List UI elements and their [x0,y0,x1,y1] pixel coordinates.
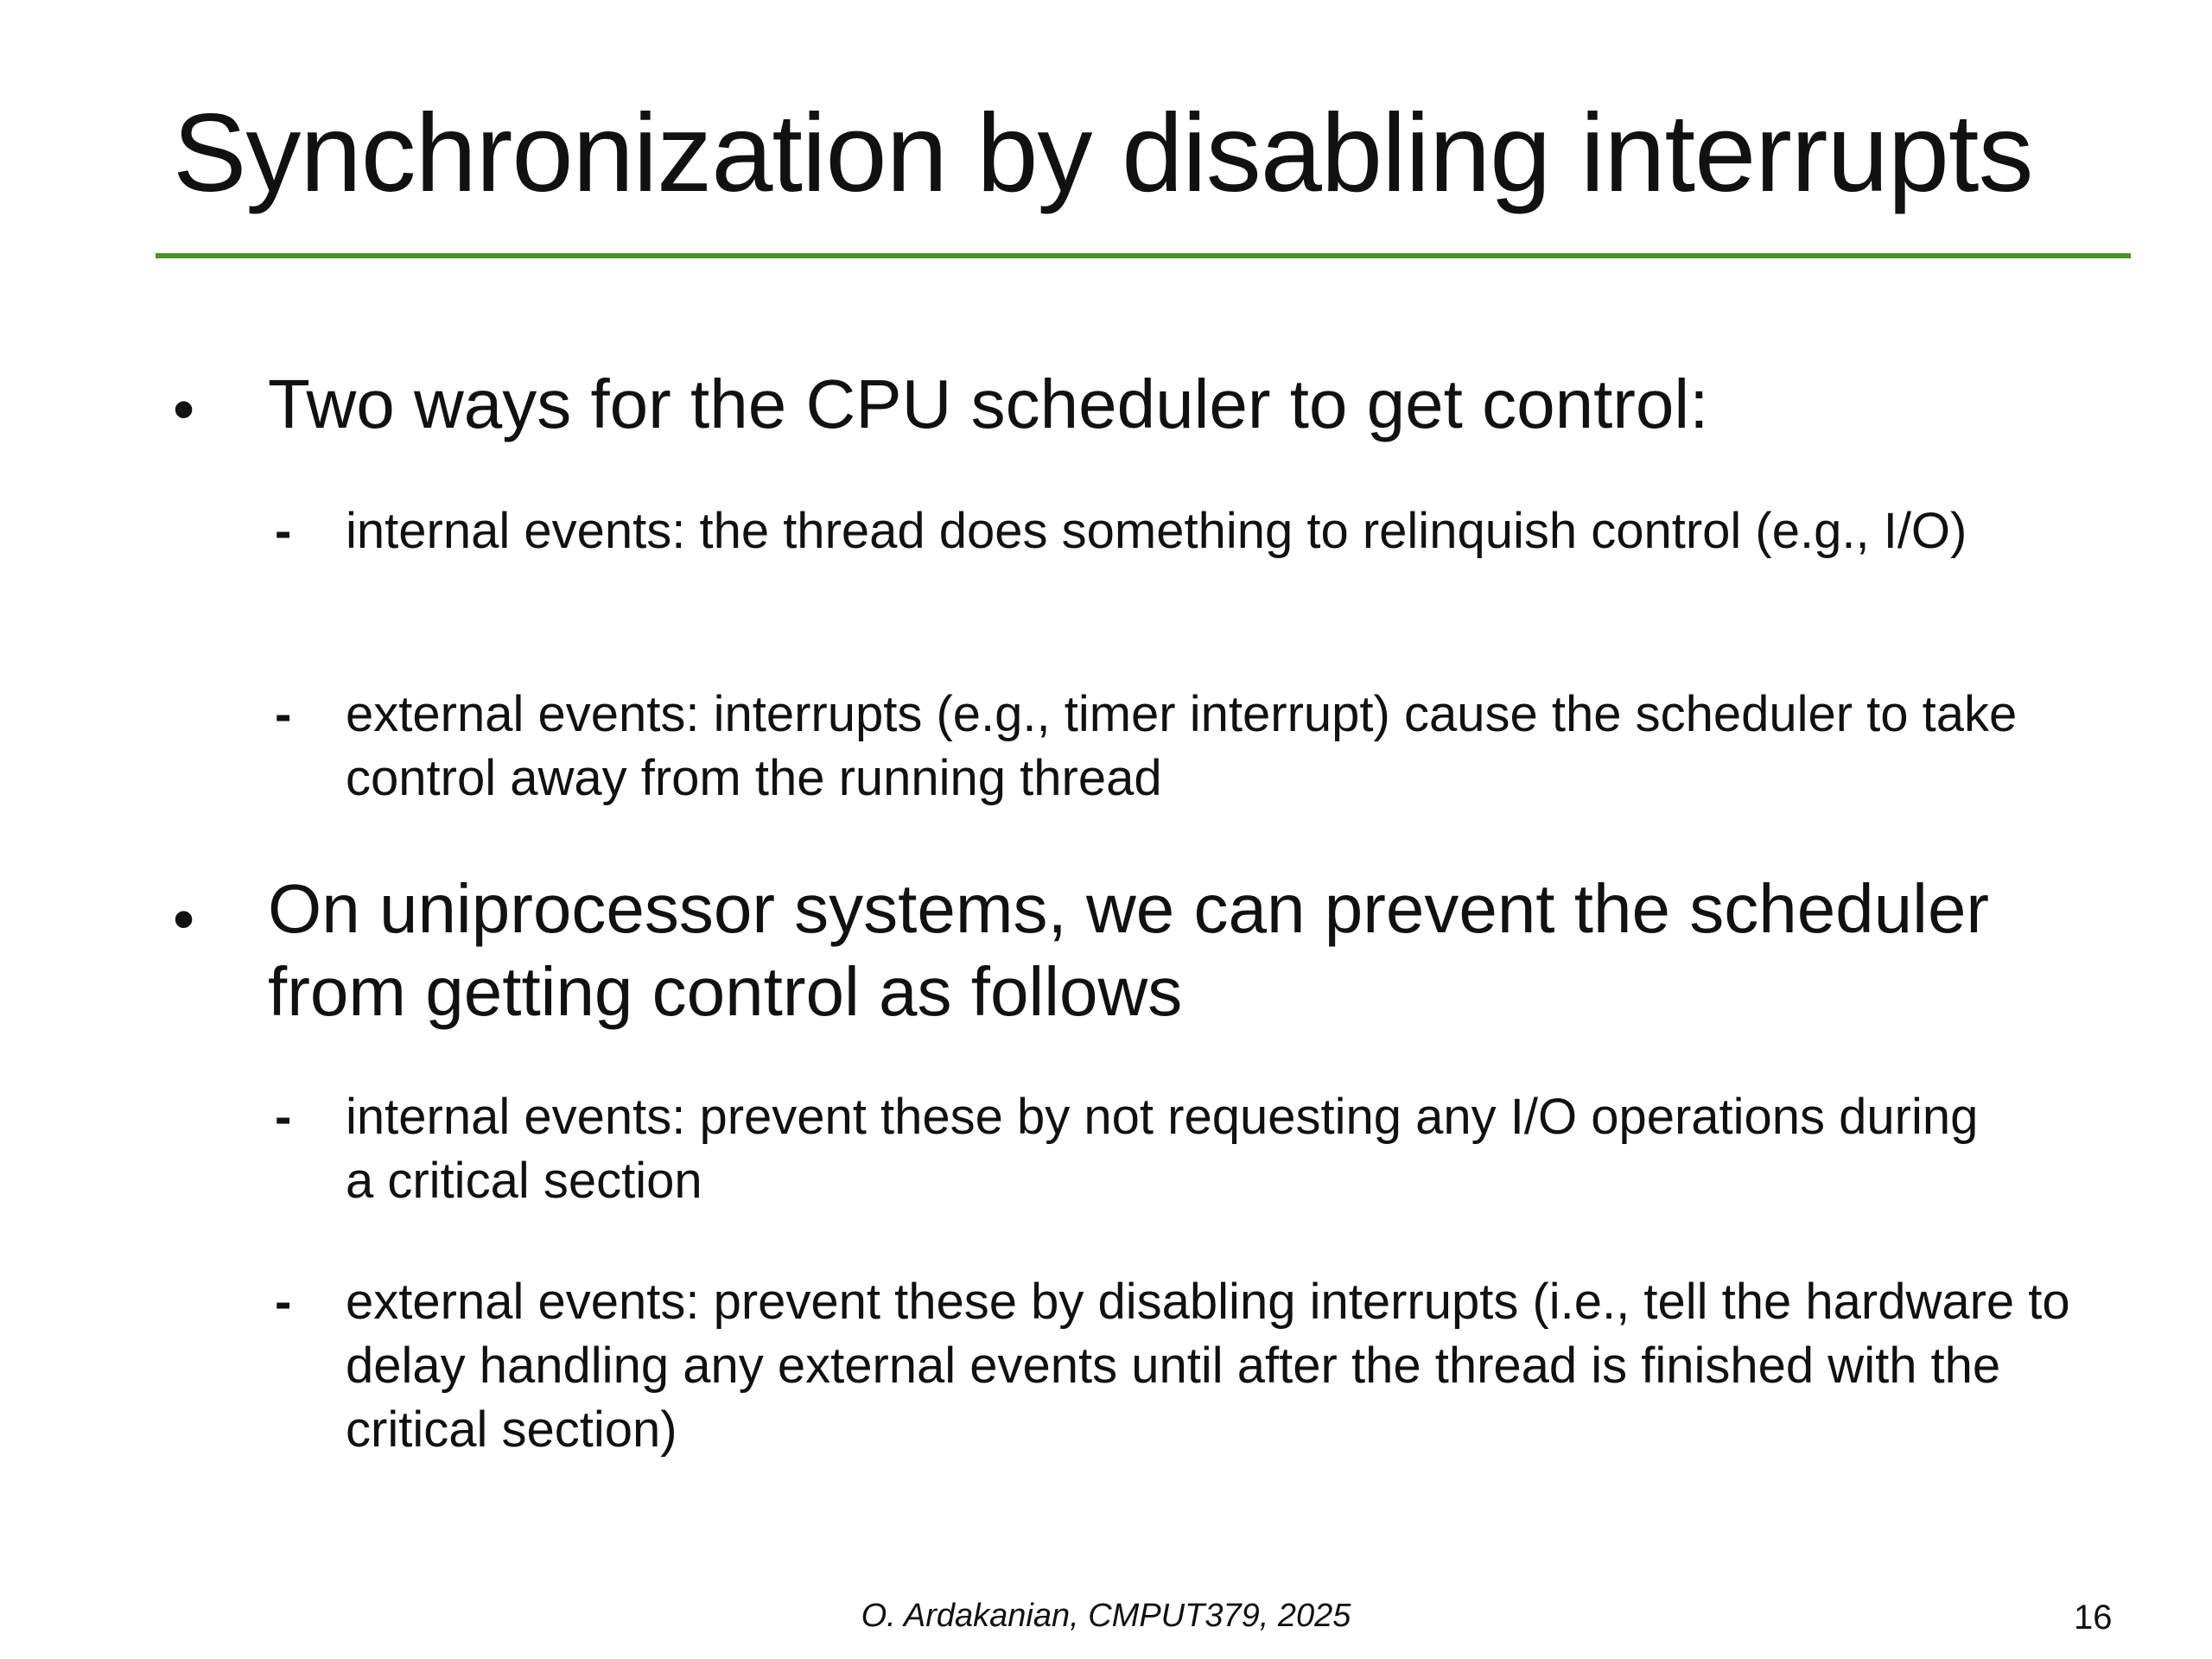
sub-bullet-marker: - [275,503,292,559]
sub-bullet-marker: - [275,1089,292,1145]
bullet-1-subitem-1: internal events: the thread does somethi… [346,503,1967,559]
slide-title: Synchronization by disabling interrupts [173,92,2033,215]
bullet-marker: • [173,885,195,954]
bullet-1-subitem-2: external events: interrupts (e.g., timer… [346,686,2018,806]
bullet-2-subitem-1: internal events: prevent these by not re… [346,1089,1979,1209]
page-number: 16 [2074,1599,2113,1637]
bullet-2-subitem-2: external events: prevent these by disabl… [346,1274,2070,1458]
bullet-2-text: On uniprocessor systems, we can prevent … [268,870,1990,1030]
footer-credit: O. Ardakanian, CMPUT379, 2025 [861,1598,1351,1634]
bullet-1-text: Two ways for the CPU scheduler to get co… [268,365,1709,442]
bullet-marker: • [173,375,195,444]
title-divider [156,253,2131,258]
sub-bullet-marker: - [275,1274,292,1330]
sub-bullet-marker: - [275,686,292,742]
